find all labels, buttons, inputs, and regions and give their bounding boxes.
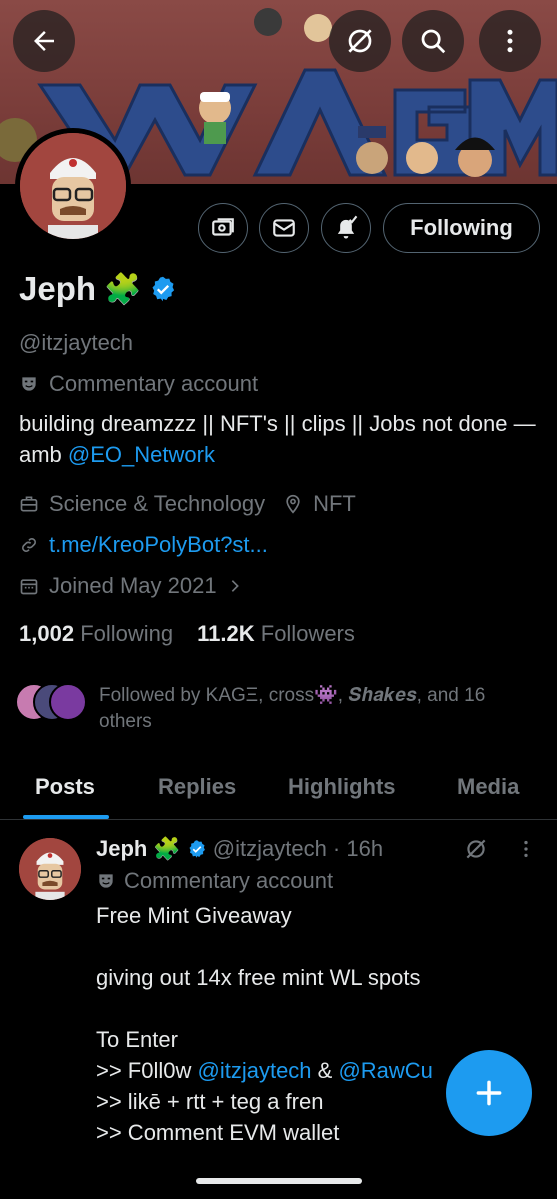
avatar-illustration xyxy=(19,838,81,900)
theater-mask-icon xyxy=(22,377,36,391)
notifications-button[interactable] xyxy=(321,203,371,253)
profile-bio: building dreamzzz || NFT's || clips || J… xyxy=(19,408,544,470)
profile-handle: @itzjaytech xyxy=(19,330,134,355)
profile-location: NFT xyxy=(313,491,356,516)
back-button[interactable] xyxy=(13,10,75,72)
plus-icon xyxy=(476,1080,502,1106)
profile-avatar[interactable] xyxy=(15,128,131,244)
puzzle-emoji: 🧩 xyxy=(153,836,181,861)
compose-post-button[interactable] xyxy=(446,1050,532,1136)
following-button[interactable]: Following xyxy=(383,203,540,253)
profile-meta-category-location: Science & Technology NFT xyxy=(19,491,356,517)
following-label: Following xyxy=(80,621,174,646)
grok-icon[interactable] xyxy=(463,836,489,862)
post-line-prefix: >> F0ll0w xyxy=(96,1058,198,1083)
more-options-button[interactable] xyxy=(479,10,541,72)
profile-tabs: Posts Replies Highlights Media xyxy=(0,762,557,820)
followers-count: 11.2K xyxy=(197,621,255,646)
bell-check-icon xyxy=(337,215,358,239)
search-icon xyxy=(421,29,446,54)
search-button[interactable] xyxy=(402,10,464,72)
post-line-mid: & xyxy=(311,1058,339,1083)
post-commentary-label: Commentary account xyxy=(96,868,333,894)
grok-button[interactable] xyxy=(329,10,391,72)
verified-badge-icon[interactable] xyxy=(187,839,207,859)
chevron-right-icon xyxy=(231,580,239,592)
post-mention-link[interactable]: @RawCu xyxy=(338,1058,432,1083)
avatar xyxy=(49,683,87,721)
more-vertical-icon[interactable] xyxy=(515,838,537,860)
calendar-icon xyxy=(20,579,38,595)
following-button-label: Following xyxy=(410,215,513,240)
followers-stat[interactable]: 11.2K Followers xyxy=(197,621,355,647)
post-mention-link[interactable]: @itzjaytech xyxy=(198,1058,312,1083)
money-icon xyxy=(212,218,234,236)
post-header: Jeph 🧩 @itzjaytech · 16h xyxy=(96,836,383,862)
profile-website-row: t.me/KreoPolyBot?st... xyxy=(19,532,268,558)
more-vertical-icon xyxy=(507,29,513,53)
profile-name: Jeph xyxy=(19,270,97,307)
post-handle-time: @itzjaytech · 16h xyxy=(212,836,384,861)
puzzle-emoji: 🧩 xyxy=(104,272,142,306)
commentary-label-row[interactable]: Commentary account xyxy=(19,371,258,397)
home-indicator[interactable] xyxy=(196,1178,362,1184)
grok-icon xyxy=(348,29,372,53)
post-avatar[interactable] xyxy=(19,838,81,900)
link-icon xyxy=(22,538,36,552)
arrow-left-icon xyxy=(34,31,54,51)
active-tab-indicator xyxy=(23,815,109,819)
profile-category: Science & Technology xyxy=(49,491,266,516)
message-button[interactable] xyxy=(259,203,309,253)
post-line: Free Mint Giveaway xyxy=(96,903,292,928)
tab-posts[interactable]: Posts xyxy=(35,774,95,800)
tab-media[interactable]: Media xyxy=(457,774,519,800)
followed-by-text: Followed by KAGΞ, cross👾, 𝑺𝒉𝒂𝒌𝒆𝒔, and 16… xyxy=(99,685,486,732)
theater-mask-icon xyxy=(99,874,113,888)
verified-badge-icon[interactable] xyxy=(149,275,177,303)
following-count: 1,002 xyxy=(19,621,75,646)
bio-mention-link[interactable]: @EO_Network xyxy=(68,442,215,467)
followers-label: Followers xyxy=(260,621,355,646)
profile-joined-row[interactable]: Joined May 2021 xyxy=(19,573,243,599)
location-pin-icon xyxy=(286,494,300,514)
tab-replies[interactable]: Replies xyxy=(158,774,236,800)
post-author-name[interactable]: Jeph xyxy=(96,836,147,862)
profile-name-row: Jeph 🧩 xyxy=(19,270,177,308)
post-line: giving out 14x free mint WL spots xyxy=(96,965,421,990)
subscribe-button[interactable] xyxy=(198,203,248,253)
following-stat[interactable]: 1,002 Following xyxy=(19,621,173,647)
envelope-icon xyxy=(273,219,295,237)
post-label-text: Commentary account xyxy=(124,868,334,893)
profile-joined: Joined May 2021 xyxy=(49,573,217,598)
followed-by-avatars xyxy=(15,683,87,723)
followed-by-row[interactable]: Followed by KAGΞ, cross👾, 𝑺𝒉𝒂𝒌𝒆𝒔, and 16… xyxy=(15,683,519,735)
briefcase-icon xyxy=(20,496,38,512)
commentary-label: Commentary account xyxy=(49,371,259,396)
profile-website-link[interactable]: t.me/KreoPolyBot?st... xyxy=(49,532,268,558)
tab-highlights[interactable]: Highlights xyxy=(288,774,396,800)
profile-stats: 1,002 Following 11.2K Followers xyxy=(19,621,355,647)
avatar-illustration xyxy=(20,133,126,239)
